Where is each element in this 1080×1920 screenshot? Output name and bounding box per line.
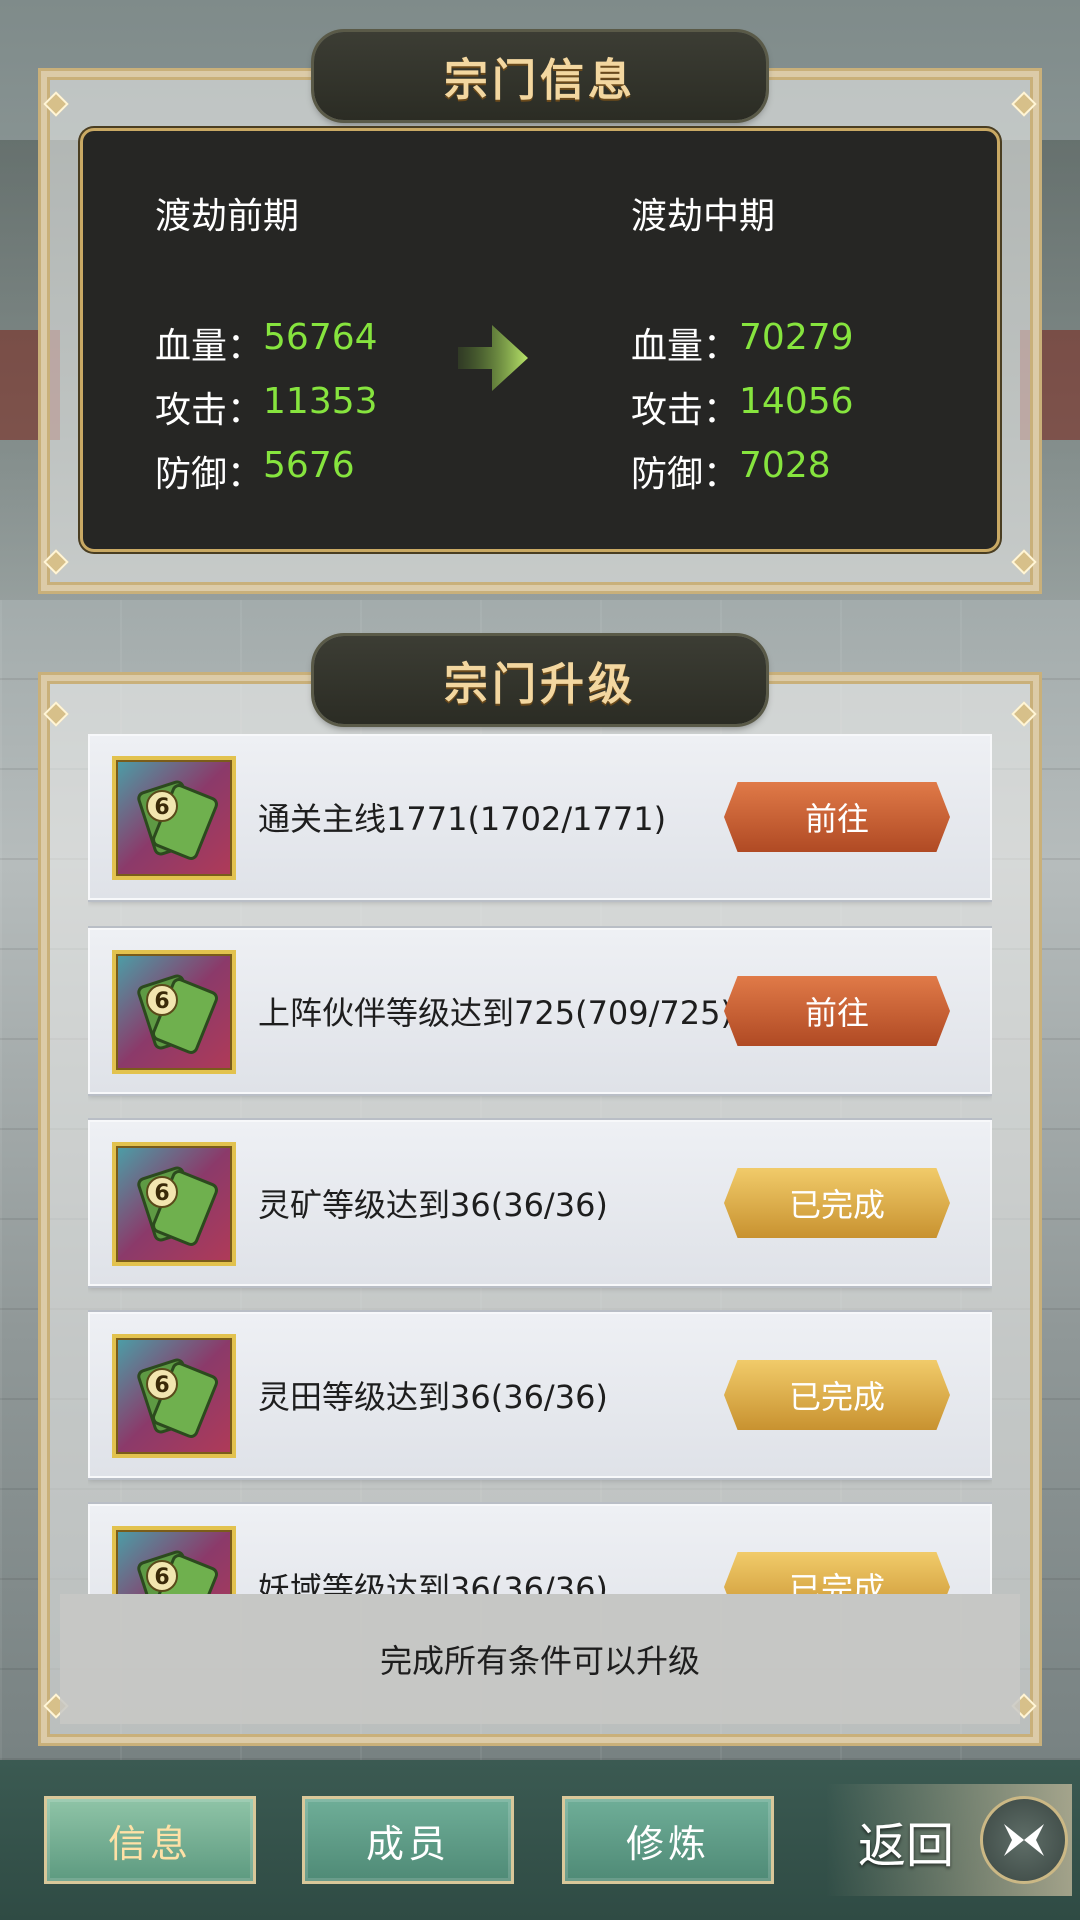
card-icon: 6 bbox=[137, 780, 219, 860]
card-item-icon: 6 bbox=[112, 950, 236, 1074]
frame-corner-ornament bbox=[1011, 701, 1037, 727]
task-list[interactable]: 6 通关主线1771(1702/1771) 前往 6 上阵伙伴等级达到725(7… bbox=[88, 734, 992, 1594]
next-atk-value: 14056 bbox=[739, 381, 854, 422]
next-def-value: 7028 bbox=[739, 445, 831, 486]
task-label: 妖域等级达到36(36/36) bbox=[258, 1570, 608, 1594]
next-stage: 渡劫中期 bbox=[631, 196, 776, 237]
task-row: 6 通关主线1771(1702/1771) 前往 bbox=[88, 734, 992, 900]
current-atk-label: 攻击： bbox=[155, 390, 264, 431]
frame-corner-ornament bbox=[1011, 549, 1037, 575]
upgrade-panel-title: 宗门升级 bbox=[314, 636, 766, 724]
card-badge: 6 bbox=[154, 795, 169, 820]
task-row: 6 上阵伙伴等级达到725(709/725) 前往 bbox=[88, 928, 992, 1094]
card-badge: 6 bbox=[154, 1373, 169, 1398]
back-button-label[interactable]: 返回 bbox=[858, 1806, 954, 1876]
card-icon: 6 bbox=[137, 1550, 219, 1594]
current-hp: 血量： 56764 bbox=[155, 317, 378, 369]
completed-button[interactable]: 已完成 bbox=[724, 1552, 950, 1594]
frame-corner-ornament bbox=[43, 701, 69, 727]
current-def-label: 防御： bbox=[155, 454, 264, 495]
card-item-icon: 6 bbox=[112, 1334, 236, 1458]
right-arrow-icon bbox=[458, 325, 528, 391]
current-def-value: 5676 bbox=[263, 445, 355, 486]
card-badge: 6 bbox=[154, 1181, 169, 1206]
next-hp: 血量： 70279 bbox=[631, 317, 854, 369]
upgrade-hint: 完成所有条件可以升级 bbox=[60, 1594, 1020, 1724]
card-icon: 6 bbox=[137, 1358, 219, 1438]
next-hp-label: 血量： bbox=[631, 326, 740, 367]
card-item-icon: 6 bbox=[112, 756, 236, 880]
task-row: 6 灵田等级达到36(36/36) 已完成 bbox=[88, 1312, 992, 1478]
tab-info[interactable]: 信息 bbox=[44, 1796, 256, 1884]
current-hp-value: 56764 bbox=[263, 317, 378, 358]
next-hp-value: 70279 bbox=[739, 317, 854, 358]
tab-members[interactable]: 成员 bbox=[302, 1796, 514, 1884]
task-label: 灵田等级达到36(36/36) bbox=[258, 1378, 608, 1416]
close-x-glyph bbox=[1004, 1824, 1044, 1856]
next-atk-label: 攻击： bbox=[631, 390, 740, 431]
frame-corner-ornament bbox=[1011, 91, 1037, 117]
task-label: 通关主线1771(1702/1771) bbox=[258, 800, 667, 838]
info-stats-box: 渡劫前期 血量： 56764 攻击： 11353 防御： 5676 渡劫中期 血… bbox=[80, 128, 1000, 552]
frame-corner-ornament bbox=[43, 549, 69, 575]
next-def-label: 防御： bbox=[631, 454, 740, 495]
current-atk-value: 11353 bbox=[263, 381, 378, 422]
current-stage: 渡劫前期 bbox=[155, 196, 300, 237]
frame-corner-ornament bbox=[43, 91, 69, 117]
go-button[interactable]: 前往 bbox=[724, 782, 950, 852]
next-def: 防御： 7028 bbox=[631, 445, 831, 497]
card-icon: 6 bbox=[137, 974, 219, 1054]
card-badge: 6 bbox=[154, 989, 169, 1014]
info-panel-title: 宗门信息 bbox=[314, 32, 766, 120]
task-row: 6 灵矿等级达到36(36/36) 已完成 bbox=[88, 1120, 992, 1286]
task-row: 6 妖域等级达到36(36/36) 已完成 bbox=[88, 1504, 992, 1594]
completed-button[interactable]: 已完成 bbox=[724, 1168, 950, 1238]
tab-cultivation[interactable]: 修炼 bbox=[562, 1796, 774, 1884]
current-def: 防御： 5676 bbox=[155, 445, 355, 497]
card-item-icon: 6 bbox=[112, 1142, 236, 1266]
completed-button[interactable]: 已完成 bbox=[724, 1360, 950, 1430]
go-button[interactable]: 前往 bbox=[724, 976, 950, 1046]
current-hp-label: 血量： bbox=[155, 326, 264, 367]
current-atk: 攻击： 11353 bbox=[155, 381, 378, 433]
card-item-icon: 6 bbox=[112, 1526, 236, 1594]
task-label: 灵矿等级达到36(36/36) bbox=[258, 1186, 608, 1224]
close-x-icon[interactable] bbox=[980, 1796, 1068, 1884]
card-badge: 6 bbox=[154, 1565, 169, 1590]
card-icon: 6 bbox=[137, 1166, 219, 1246]
task-label: 上阵伙伴等级达到725(709/725) bbox=[258, 994, 733, 1032]
next-atk: 攻击： 14056 bbox=[631, 381, 854, 433]
